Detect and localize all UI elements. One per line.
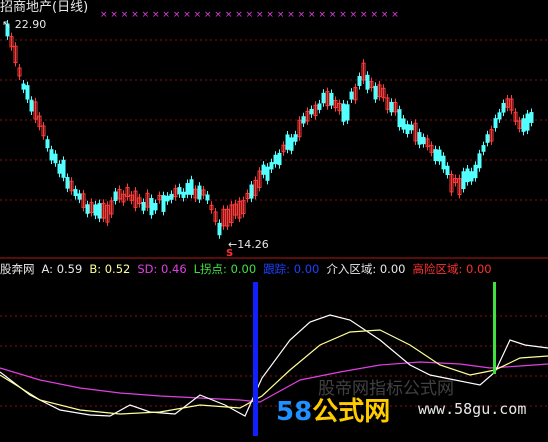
candle-body [205, 194, 210, 201]
candle-body [217, 222, 222, 236]
candle-body [357, 76, 362, 86]
candle-body [397, 109, 402, 128]
candle-body [93, 204, 98, 216]
candle-body [189, 179, 194, 195]
candle-body [485, 134, 490, 143]
candle-body [501, 102, 506, 113]
candle-body [149, 198, 154, 216]
candle-body [49, 149, 54, 161]
sell-marker: S [226, 248, 234, 259]
candle-body [169, 193, 174, 200]
brand-watermark: 58公式网 [276, 397, 391, 427]
candle-body [433, 149, 438, 162]
candle-body [341, 103, 346, 122]
candle-body [113, 191, 118, 202]
candle-body [61, 159, 66, 178]
legend-risk: 高险区域: 0.00 [412, 262, 492, 276]
candle-body [441, 155, 446, 170]
candle-body [165, 195, 170, 202]
candle-body [85, 204, 90, 214]
candle-body [481, 145, 486, 152]
candle-body [417, 132, 422, 145]
candle-body [73, 189, 78, 196]
candle-body [409, 124, 414, 131]
candle-body [277, 152, 282, 166]
candle-body [329, 93, 334, 106]
candle-body [45, 139, 50, 149]
indicator-name: 股奔网 [0, 262, 35, 276]
candle-body [493, 118, 498, 129]
candle-body [437, 149, 442, 162]
candlestick-series [5, 19, 534, 239]
arrow-icon: ↖ [2, 18, 12, 31]
legend-b: B: 0.52 [89, 262, 131, 276]
legend-a: A: 0.59 [41, 262, 83, 276]
legend-sd: SD: 0.46 [137, 262, 187, 276]
grid-lines [0, 39, 548, 407]
candle-body [185, 183, 190, 195]
signal-marks-row: × × × × × × × × × × × × × × × × × × × × … [100, 10, 399, 20]
candle-body [53, 153, 58, 164]
candle-body [177, 187, 182, 195]
chart-canvas[interactable] [0, 0, 548, 442]
low-price-label: ←14.26 [228, 238, 269, 251]
candle-body [29, 99, 34, 112]
high-price-label: ↖ 22.90 [2, 18, 47, 31]
candle-body [389, 101, 394, 113]
candle-body [525, 113, 530, 131]
candle-body [65, 177, 70, 189]
candle-body [273, 154, 278, 165]
candle-body [373, 85, 378, 100]
candle-body [405, 124, 410, 134]
candle-body [477, 153, 482, 169]
indicator-legend: 股奔网 A: 0.59 B: 0.52 SD: 0.46 L拐点: 0.00 跟… [0, 261, 499, 277]
candle-body [269, 162, 274, 170]
legend-l: L拐点: 0.00 [193, 262, 257, 276]
candle-body [309, 108, 314, 115]
candle-body [445, 165, 450, 176]
candle-body [249, 184, 254, 199]
candle-body [285, 134, 290, 150]
candle-body [301, 116, 306, 124]
legend-jump: 跟踪: 0.00 [263, 262, 320, 276]
candle-body [401, 118, 406, 130]
candle-body [461, 171, 466, 190]
candle-body [141, 201, 146, 211]
candle-body [197, 185, 202, 200]
candle-body [465, 168, 470, 183]
candle-body [317, 103, 322, 110]
candle-body [21, 83, 26, 90]
candle-body [265, 166, 270, 181]
candle-body [345, 104, 350, 121]
candle-body [421, 136, 426, 145]
chart-title: 招商地产(日线) [0, 0, 89, 15]
candle-body [293, 134, 298, 142]
legend-enter: 介入区域: 0.00 [326, 262, 406, 276]
candle-body [181, 191, 186, 198]
candle-body [57, 163, 62, 174]
candle-body [365, 74, 370, 90]
candle-body [289, 137, 294, 151]
candle-body [349, 91, 354, 100]
candle-body [97, 203, 102, 219]
candle-body [497, 112, 502, 120]
candle-body [321, 92, 326, 104]
candle-body [77, 193, 82, 200]
url-watermark: www.58gu.com [418, 400, 527, 418]
turn-signal-bar [493, 282, 496, 374]
candle-body [469, 171, 474, 182]
candle-body [261, 164, 266, 175]
jump-signal-bar [253, 282, 258, 436]
candle-body [529, 112, 534, 123]
candle-body [161, 195, 166, 212]
candle-body [25, 85, 30, 100]
candle-body [153, 203, 158, 211]
candle-body [521, 118, 526, 132]
candle-body [473, 164, 478, 179]
